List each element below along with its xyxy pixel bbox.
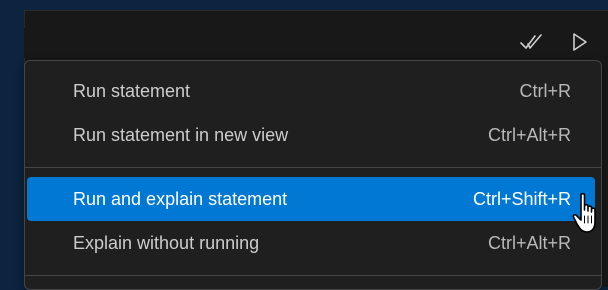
menu-item-run-statement[interactable]: Run statement Ctrl+R <box>27 69 595 113</box>
menu-item-shortcut: Ctrl+R <box>519 80 571 101</box>
menu-item-explain-without-running[interactable]: Explain without running Ctrl+Alt+R <box>27 221 595 265</box>
menu-item-label: Explain without running <box>73 232 260 253</box>
menu-item-label: Run and explain statement <box>73 188 288 209</box>
editor-toolbar <box>24 28 608 58</box>
play-icon <box>572 32 588 52</box>
double-check-icon <box>520 32 544 52</box>
menu-item-run-statement-new-view[interactable]: Run statement in new view Ctrl+Alt+R <box>27 113 595 157</box>
menu-item-shortcut: Ctrl+Shift+R <box>472 188 571 209</box>
menu-separator <box>25 275 601 276</box>
menu-item-run-and-explain[interactable]: Run and explain statement Ctrl+Shift+R <box>27 177 595 221</box>
explain-button[interactable] <box>520 30 544 54</box>
run-options-menu: Run statement Ctrl+R Run statement in ne… <box>24 60 602 290</box>
menu-separator <box>25 167 601 168</box>
menu-item-shortcut: Ctrl+Alt+R <box>487 232 571 253</box>
menu-item-shortcut: Ctrl+Alt+R <box>487 124 571 145</box>
menu-item-label: Run statement in new view <box>73 124 289 145</box>
run-button[interactable] <box>568 30 592 54</box>
menu-item-label: Run statement <box>73 80 191 101</box>
